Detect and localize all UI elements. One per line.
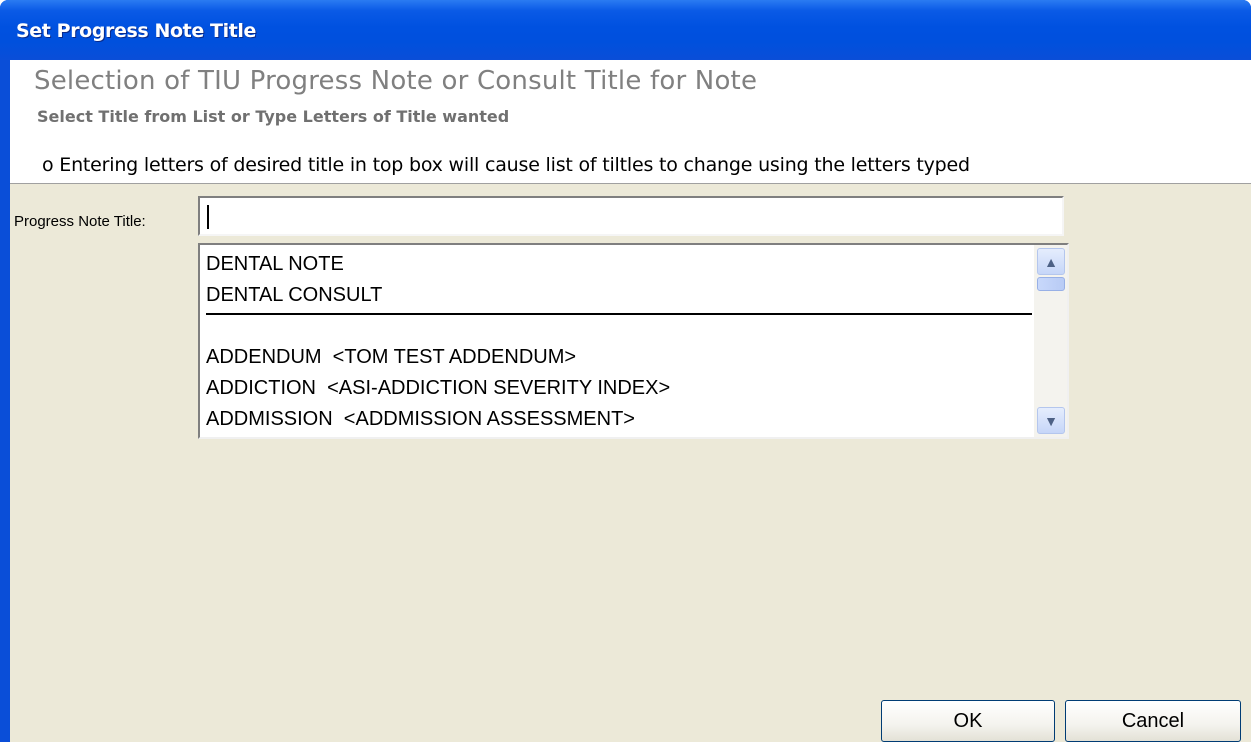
list-item[interactable]: DENTAL NOTE xyxy=(206,249,1032,280)
list-item[interactable]: ADDICTION <ASI-ADDICTION SEVERITY INDEX> xyxy=(206,373,1032,404)
list-item[interactable]: DENTAL CONSULT xyxy=(206,280,1032,311)
list-item[interactable]: ADDMISSION <ADDMISSION ASSESSMENT> xyxy=(206,404,1032,435)
header-title: Selection of TIU Progress Note or Consul… xyxy=(34,66,758,96)
header-subtitle: Select Title from List or Type Letters o… xyxy=(37,107,510,126)
title-listbox[interactable]: DENTAL NOTE DENTAL CONSULT ADDENDUM <TOM… xyxy=(198,243,1069,439)
dialog-client-area: Selection of TIU Progress Note or Consul… xyxy=(10,60,1251,742)
ok-button[interactable]: OK xyxy=(881,700,1055,742)
progress-note-title-input[interactable] xyxy=(198,196,1064,236)
list-item[interactable]: ADDENDUM <TOM TEST ADDENDUM> xyxy=(206,342,1032,373)
cancel-button[interactable]: Cancel xyxy=(1065,700,1241,742)
chevron-down-icon: ▼ xyxy=(1044,412,1058,429)
header-panel: Selection of TIU Progress Note or Consul… xyxy=(10,60,1251,184)
scroll-thumb[interactable] xyxy=(1037,277,1065,291)
scroll-down-button[interactable]: ▼ xyxy=(1037,407,1065,434)
dialog-window: Set Progress Note Title Selection of TIU… xyxy=(0,0,1251,742)
list-scrollbar[interactable]: ▲ ▼ xyxy=(1034,245,1067,437)
list-separator xyxy=(206,311,1032,323)
window-title: Set Progress Note Title xyxy=(16,20,256,42)
progress-note-title-label: Progress Note Title: xyxy=(14,213,146,230)
title-bar[interactable]: Set Progress Note Title xyxy=(0,0,1251,60)
title-list-items: DENTAL NOTE DENTAL CONSULT ADDENDUM <TOM… xyxy=(206,249,1032,435)
header-instruction: o Entering letters of desired title in t… xyxy=(42,154,970,176)
list-blank-row xyxy=(206,323,1032,342)
scroll-up-button[interactable]: ▲ xyxy=(1037,248,1065,275)
chevron-up-icon: ▲ xyxy=(1044,253,1058,270)
text-caret xyxy=(207,205,209,229)
